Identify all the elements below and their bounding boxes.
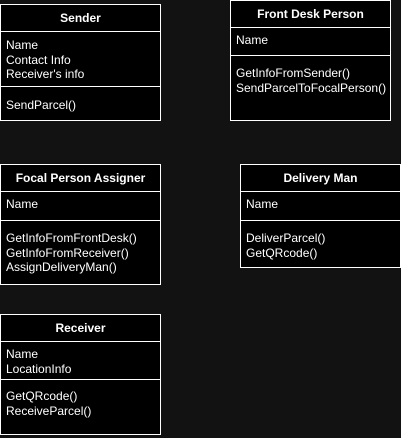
attribute: Contact Info	[6, 52, 71, 67]
attribute: Name	[246, 197, 279, 211]
attributes-section: Name Contact Info Receiver's info	[1, 32, 160, 87]
class-front-desk-person[interactable]: Front Desk Person Name GetInfoFromSender…	[230, 0, 391, 121]
attribute: Name	[6, 197, 39, 211]
class-delivery-man[interactable]: Delivery Man Name DeliverParcel() GetQRc…	[240, 164, 401, 268]
attribute: LocationInfo	[6, 361, 72, 376]
attribute: Name	[6, 347, 39, 361]
attributes-section: Name	[241, 192, 400, 221]
class-receiver[interactable]: Receiver Name LocationInfo GetQRcode() R…	[0, 314, 161, 435]
class-title: Sender	[1, 5, 160, 32]
class-title: Receiver	[1, 315, 160, 342]
method: GetInfoFromFrontDesk()	[6, 231, 137, 245]
class-title: Focal Person Assigner	[1, 165, 160, 192]
class-title: Delivery Man	[241, 165, 400, 192]
attributes-section: Name LocationInfo	[1, 342, 160, 380]
method: SendParcelToFocalPerson()	[236, 80, 387, 95]
method: DeliverParcel()	[246, 231, 326, 245]
attribute: Name	[6, 38, 39, 52]
method: AssignDeliveryMan()	[6, 260, 117, 274]
methods-section: GetQRcode() ReceiveParcel()	[1, 380, 160, 418]
methods-section: GetInfoFromFrontDesk() GetInfoFromReceiv…	[1, 221, 160, 275]
method: GetInfoFromSender()	[236, 66, 351, 80]
attribute: Receiver's info	[6, 67, 85, 81]
class-focal-person-assigner[interactable]: Focal Person Assigner Name GetInfoFromFr…	[0, 164, 161, 285]
diagram-canvas: Sender Name Contact Info Receiver's info…	[0, 0, 401, 438]
methods-section: GetInfoFromSender() SendParcelToFocalPer…	[231, 56, 390, 95]
method: GetQRcode()	[6, 389, 78, 403]
attribute: Name	[236, 33, 269, 47]
attributes-section: Name	[231, 28, 390, 56]
method: GetQRcode()	[246, 245, 318, 260]
methods-section: DeliverParcel() GetQRcode()	[241, 221, 400, 260]
method: ReceiveParcel()	[6, 403, 92, 418]
methods-section: SendParcel()	[1, 87, 160, 113]
method: SendParcel()	[6, 98, 77, 112]
method: GetInfoFromReceiver()	[6, 245, 129, 260]
class-title: Front Desk Person	[231, 1, 390, 28]
attributes-section: Name	[1, 192, 160, 221]
class-sender[interactable]: Sender Name Contact Info Receiver's info…	[0, 4, 161, 121]
